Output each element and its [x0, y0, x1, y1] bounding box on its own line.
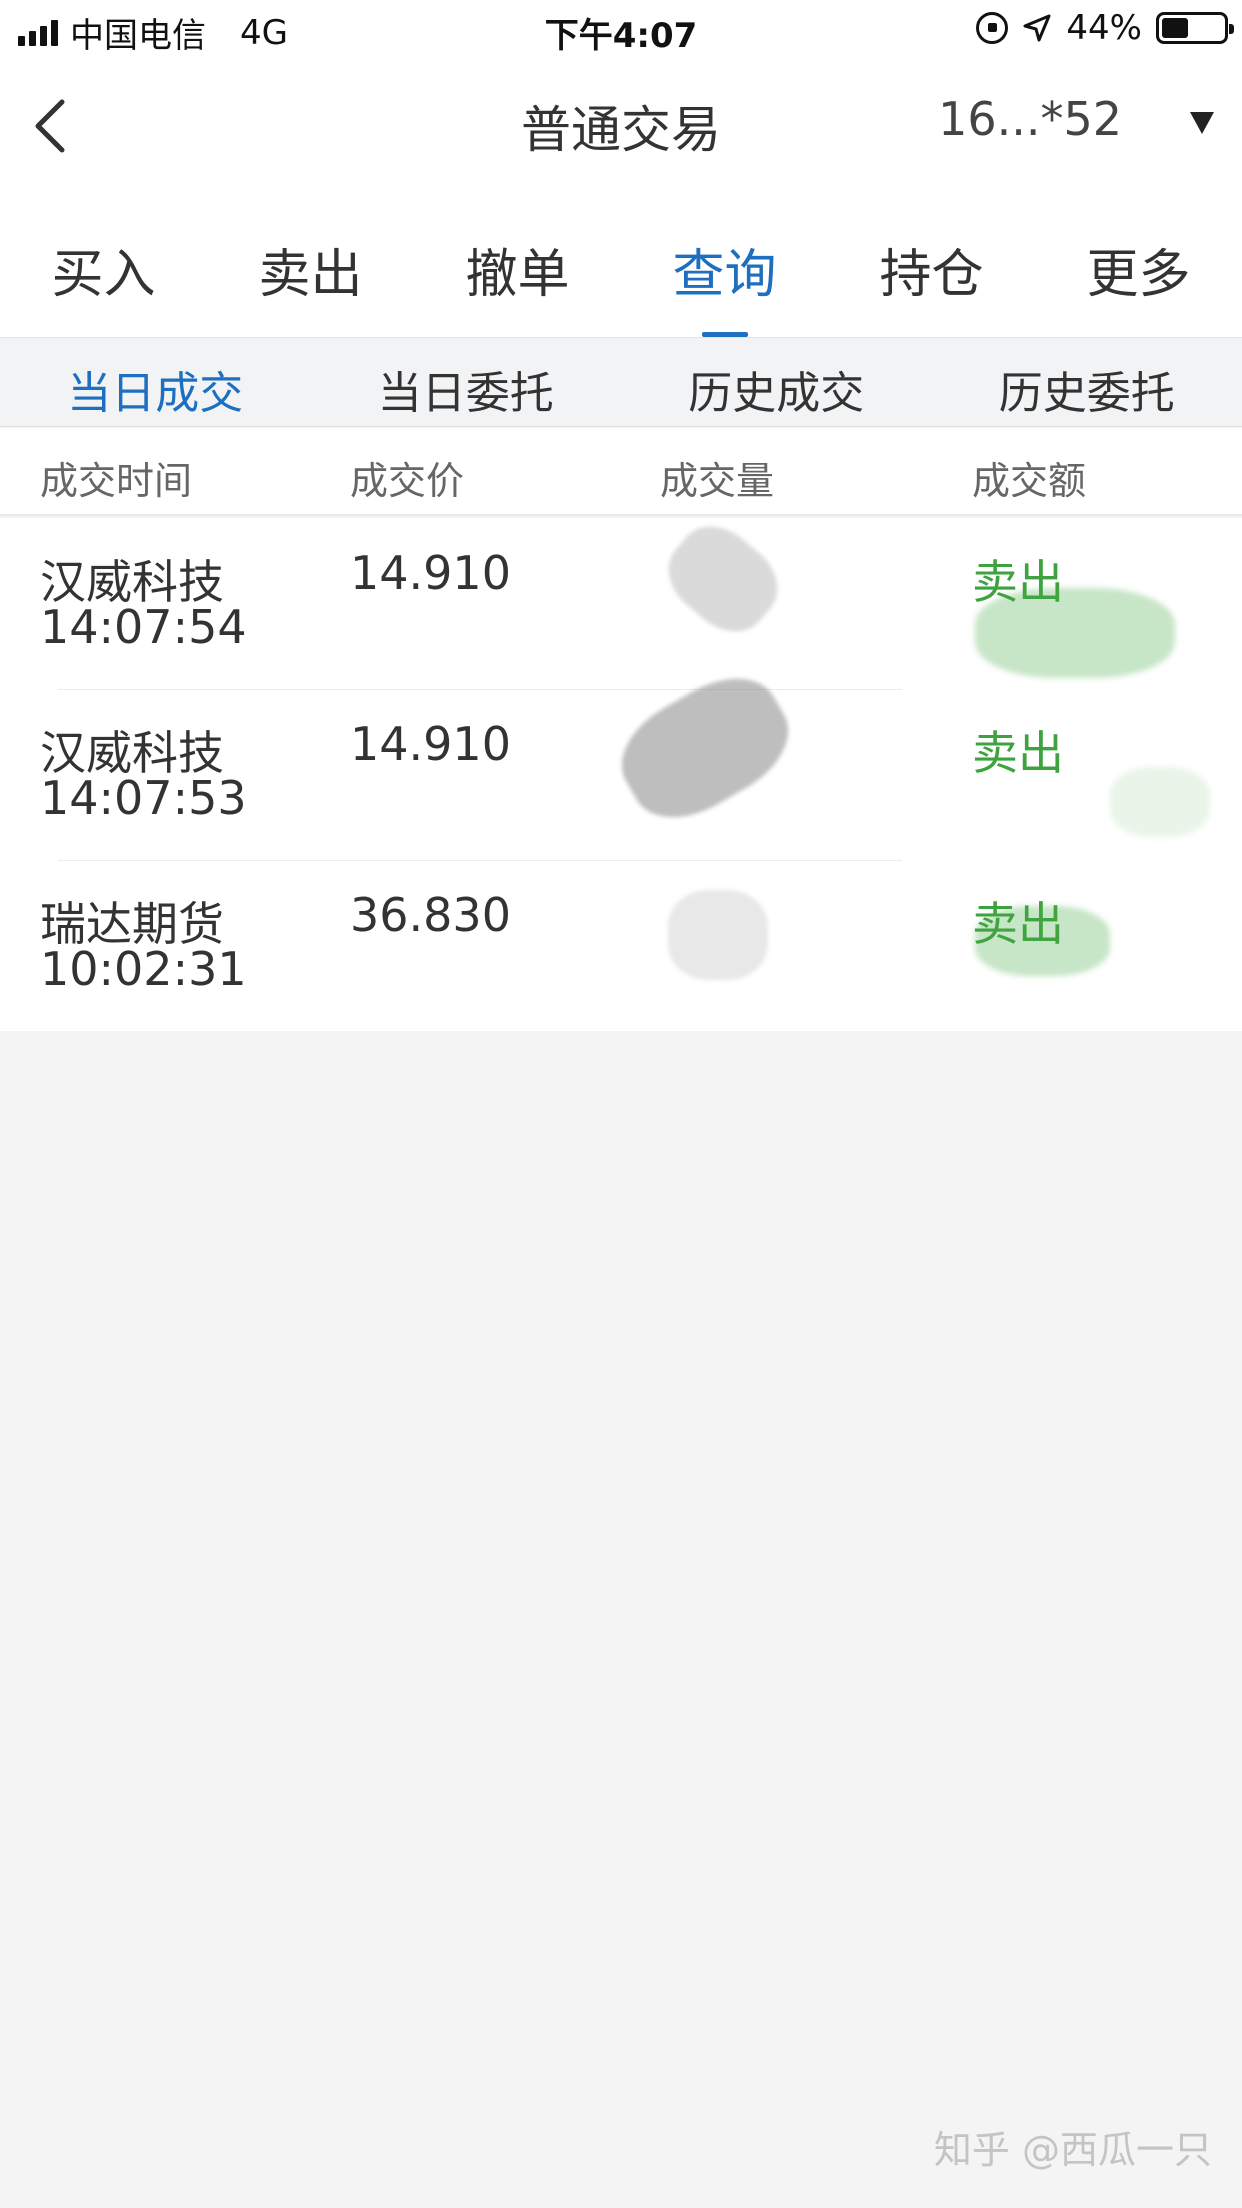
trade-time: 10:02:31 — [40, 942, 247, 996]
tab-more[interactable]: 更多 — [1035, 190, 1242, 337]
tab-label: 持仓 — [879, 245, 984, 305]
subtab-today-orders[interactable]: 当日委托 — [311, 339, 622, 426]
subtab-history-orders[interactable]: 历史委托 — [932, 339, 1242, 426]
trade-list: 汉威科技 14:07:54 14.910 卖出 汉威科技 14:07:53 14… — [0, 510, 1242, 1031]
watermark: 知乎 @西瓜一只 — [933, 2128, 1212, 2172]
column-header-amount: 成交额 — [972, 459, 1087, 503]
screen: 中国电信 4G 下午4:07 44% 普通交易 16...*52 买入 卖出 撤… — [0, 0, 1242, 2208]
main-tabs: 买入 卖出 撤单 查询 持仓 更多 — [0, 190, 1242, 338]
tab-label: 更多 — [1086, 245, 1191, 305]
column-header-volume: 成交量 — [660, 459, 775, 503]
account-selector[interactable]: 16...*52 — [938, 92, 1122, 146]
trade-price: 36.830 — [350, 888, 511, 942]
tab-positions[interactable]: 持仓 — [828, 190, 1035, 337]
tab-query[interactable]: 查询 — [621, 190, 828, 337]
tab-label: 买入 — [51, 245, 156, 305]
tab-label: 卖出 — [258, 245, 363, 305]
tab-cancel[interactable]: 撤单 — [414, 190, 621, 337]
status-right: 44% — [976, 8, 1234, 48]
redaction-smudge — [1110, 767, 1210, 837]
trade-price: 14.910 — [350, 717, 511, 771]
status-bar: 中国电信 4G 下午4:07 44% — [0, 0, 1242, 60]
trade-side: 卖出 — [972, 726, 1064, 780]
redaction-smudge — [975, 588, 1175, 678]
column-header-price: 成交价 — [350, 459, 465, 503]
tab-label: 查询 — [672, 245, 777, 305]
battery-icon — [1156, 12, 1234, 44]
table-row[interactable]: 汉威科技 14:07:53 14.910 卖出 — [0, 657, 1242, 860]
tab-buy[interactable]: 买入 — [0, 190, 207, 337]
redaction-smudge — [668, 890, 768, 980]
sub-tabs: 当日成交 当日委托 历史成交 历史委托 — [0, 339, 1242, 427]
tab-sell[interactable]: 卖出 — [207, 190, 414, 337]
tab-label: 撤单 — [465, 245, 570, 305]
redaction-smudge — [653, 510, 793, 648]
table-row[interactable]: 汉威科技 14:07:54 14.910 卖出 — [0, 510, 1242, 689]
nav-bar: 普通交易 16...*52 — [0, 60, 1242, 190]
column-header-time: 成交时间 — [40, 459, 193, 503]
active-tab-indicator — [701, 332, 748, 337]
dropdown-triangle-icon[interactable] — [1190, 112, 1214, 134]
battery-level — [1162, 18, 1188, 38]
trade-price: 14.910 — [350, 546, 511, 600]
subtab-today-trades[interactable]: 当日成交 — [0, 339, 311, 426]
trade-time: 14:07:53 — [40, 771, 247, 825]
redaction-smudge — [975, 906, 1110, 976]
rotation-lock-icon — [976, 12, 1009, 44]
table-row[interactable]: 瑞达期货 10:02:31 36.830 卖出 — [0, 860, 1242, 1031]
subtab-history-trades[interactable]: 历史成交 — [621, 339, 932, 426]
table-header: 成交时间 成交价 成交量 成交额 — [0, 428, 1242, 516]
location-arrow-icon — [1023, 14, 1051, 42]
battery-percent: 44% — [1066, 8, 1142, 48]
trade-time: 14:07:54 — [40, 600, 247, 654]
